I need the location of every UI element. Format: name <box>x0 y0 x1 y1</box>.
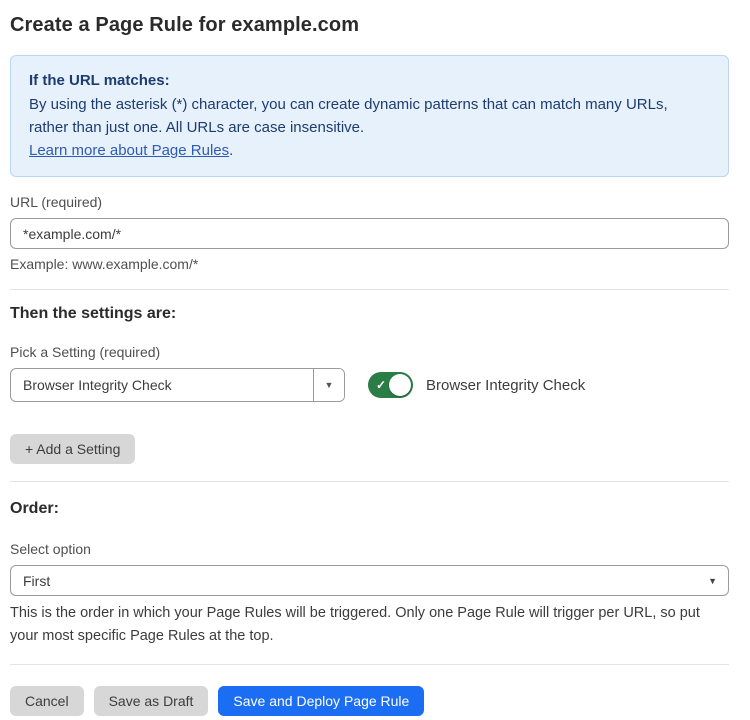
divider <box>10 289 729 290</box>
setting-toggle[interactable]: ✓ <box>368 372 413 398</box>
footer-actions: Cancel Save as Draft Save and Deploy Pag… <box>10 686 729 716</box>
save-as-draft-button[interactable]: Save as Draft <box>94 686 209 716</box>
toggle-label: Browser Integrity Check <box>426 377 585 394</box>
learn-more-link[interactable]: Learn more about Page Rules <box>29 142 229 159</box>
add-setting-button[interactable]: + Add a Setting <box>10 434 135 464</box>
info-box-heading: If the URL matches: <box>29 69 710 92</box>
save-and-deploy-button[interactable]: Save and Deploy Page Rule <box>218 686 424 716</box>
settings-section-heading: Then the settings are: <box>10 305 729 323</box>
page-title: Create a Page Rule for example.com <box>10 14 729 37</box>
order-description: This is the order in which your Page Rul… <box>10 602 729 648</box>
create-page-rule-form: Create a Page Rule for example.com If th… <box>0 0 750 720</box>
setting-row: Browser Integrity Check ▼ ✓ Browser Inte… <box>10 368 729 402</box>
divider <box>10 481 729 482</box>
setting-dropdown-value: Browser Integrity Check <box>11 369 313 401</box>
toggle-check-icon: ✓ <box>376 378 386 392</box>
select-chevron-icon: ▼ <box>708 576 717 586</box>
select-option-label: Select option <box>10 541 729 557</box>
info-box-link-line: Learn more about Page Rules. <box>29 139 710 162</box>
order-select-value: First <box>23 573 50 589</box>
url-input[interactable] <box>10 218 729 249</box>
cancel-button[interactable]: Cancel <box>10 686 84 716</box>
order-section-heading: Order: <box>10 500 729 518</box>
info-box-body: By using the asterisk (*) character, you… <box>29 93 705 139</box>
url-matches-info-box: If the URL matches: By using the asteris… <box>10 55 729 177</box>
setting-dropdown[interactable]: Browser Integrity Check ▼ <box>10 368 345 402</box>
order-select[interactable]: First ▼ <box>10 565 729 596</box>
url-example-text: Example: www.example.com/* <box>10 256 729 272</box>
divider <box>10 664 729 665</box>
link-suffix: . <box>229 142 233 159</box>
url-label: URL (required) <box>10 194 729 210</box>
dropdown-arrow-icon[interactable]: ▼ <box>313 369 344 401</box>
toggle-knob <box>389 374 411 396</box>
pick-setting-label: Pick a Setting (required) <box>10 344 729 360</box>
